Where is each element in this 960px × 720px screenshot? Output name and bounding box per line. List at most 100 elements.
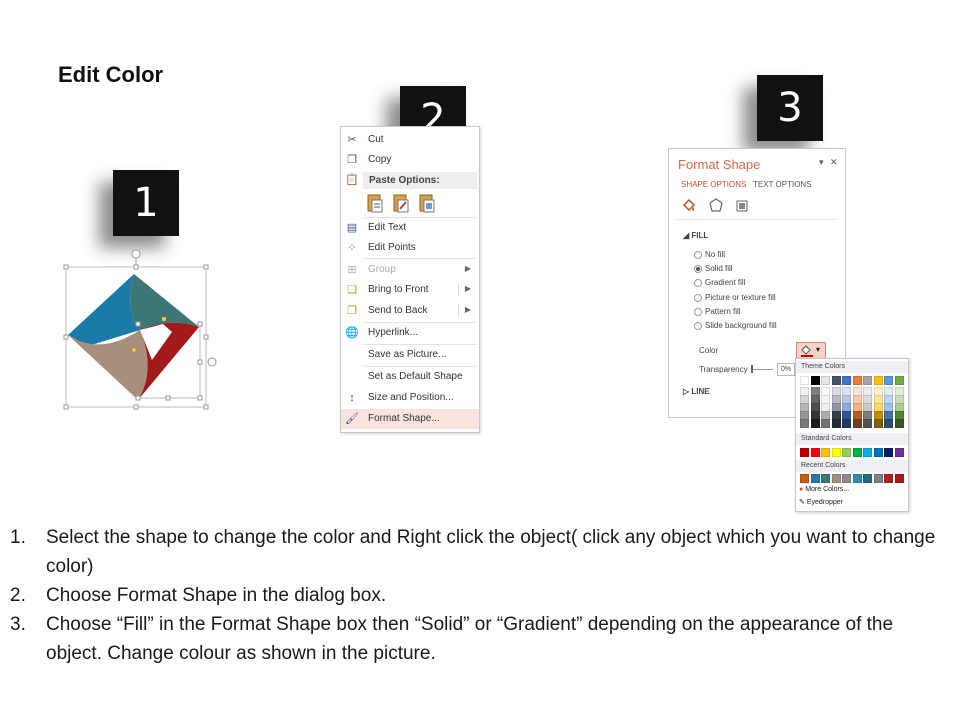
submenu-arrow-icon[interactable]: ▶ — [465, 305, 471, 314]
step-badge-3: 3 — [757, 75, 823, 141]
theme-color-swatch[interactable] — [863, 419, 872, 428]
standard-colors-label: Standard Colors — [801, 435, 852, 442]
standard-color-swatch[interactable] — [821, 448, 830, 457]
selected-shape[interactable] — [60, 248, 220, 413]
theme-color-swatch[interactable] — [810, 376, 820, 385]
menu-label-send-to-back: Send to Back — [368, 305, 428, 316]
fill-section-header[interactable]: ◢ FILL — [683, 231, 708, 240]
menu-item-copy[interactable]: ❐ Copy — [341, 150, 479, 170]
size-properties-icon[interactable] — [735, 199, 749, 213]
solid-fill-radio[interactable] — [694, 265, 702, 273]
theme-color-swatch[interactable] — [873, 419, 883, 428]
menu-item-save-as-picture[interactable]: Save as Picture... — [341, 345, 479, 365]
theme-color-swatch[interactable] — [852, 376, 862, 385]
pattern-fill-radio[interactable] — [694, 308, 702, 316]
no-fill-label: No fill — [705, 250, 726, 259]
pattern-fill-label: Pattern fill — [705, 307, 741, 316]
close-icon[interactable]: ✕ — [830, 157, 838, 168]
fill-line-icon[interactable] — [681, 197, 697, 213]
menu-item-format-shape[interactable]: 🖌 Format Shape... — [341, 409, 479, 429]
gradient-fill-radio[interactable] — [694, 279, 702, 287]
standard-colors-header: Standard Colors — [796, 433, 908, 445]
paste-options-header: Paste Options: — [363, 172, 477, 189]
recent-color-swatch[interactable] — [800, 474, 809, 483]
more-colors-item[interactable]: ● More Colors... — [799, 486, 849, 493]
standard-color-swatch[interactable] — [884, 448, 893, 457]
menu-item-send-to-back[interactable]: ❐ Send to Back ▶ — [341, 301, 479, 321]
instruction-text: Choose Format Shape in the dialog box. — [46, 585, 387, 606]
menu-separator — [363, 258, 477, 259]
color-label: Color — [699, 346, 719, 355]
transparency-input[interactable]: 0% — [777, 363, 795, 376]
tab-text-options[interactable]: TEXT OPTIONS — [753, 180, 812, 189]
recent-color-swatch[interactable] — [884, 474, 893, 483]
paste-options-label: Paste Options: — [369, 175, 440, 186]
theme-color-swatch[interactable] — [831, 419, 841, 428]
instructions-list: 1. Select the shape to change the color … — [10, 523, 940, 668]
context-menu: ✂ Cut ❐ Copy 📋 Paste Options: ▤ Edit Tex… — [340, 126, 480, 433]
paste-keep-source-formatting-icon[interactable] — [393, 193, 409, 213]
line-section-header[interactable]: ▷ LINE — [683, 387, 710, 396]
instruction-text: Select the shape to change the color and… — [46, 527, 936, 577]
paste-use-destination-theme-icon[interactable] — [367, 193, 383, 213]
theme-color-swatch[interactable] — [863, 376, 872, 385]
standard-color-swatch[interactable] — [863, 448, 872, 457]
effects-pentagon-icon[interactable] — [709, 198, 723, 212]
recent-color-swatch[interactable] — [810, 474, 820, 483]
theme-color-swatch[interactable] — [884, 419, 893, 428]
menu-item-hyperlink[interactable]: 🌐 Hyperlink... — [341, 323, 479, 343]
theme-color-swatch[interactable] — [821, 376, 830, 385]
standard-color-swatch[interactable] — [800, 448, 809, 457]
theme-color-swatch[interactable] — [821, 419, 830, 428]
theme-color-swatch[interactable] — [810, 419, 820, 428]
standard-color-swatch[interactable] — [831, 448, 841, 457]
pane-options-dropdown-icon[interactable]: ▾ — [819, 157, 824, 168]
picture-fill-radio[interactable] — [694, 294, 702, 302]
transparency-slider-thumb[interactable] — [751, 365, 753, 373]
theme-color-swatch[interactable] — [894, 419, 904, 428]
theme-color-swatch[interactable] — [831, 376, 841, 385]
menu-item-cut[interactable]: ✂ Cut — [341, 130, 479, 150]
theme-color-swatch[interactable] — [842, 419, 851, 428]
slide-bg-fill-radio[interactable] — [694, 322, 702, 330]
menu-label-edit-points: Edit Points — [368, 242, 416, 253]
instruction-text: Choose “Fill” in the Format Shape box th… — [46, 614, 894, 664]
menu-label-format-shape: Format Shape... — [368, 413, 440, 424]
shape-blue-piece — [68, 274, 140, 346]
theme-color-swatch[interactable] — [842, 376, 851, 385]
menu-item-bring-to-front[interactable]: ❏ Bring to Front ▶ — [341, 280, 479, 300]
recent-color-swatch[interactable] — [831, 474, 841, 483]
standard-color-swatch[interactable] — [873, 448, 883, 457]
recent-color-swatch[interactable] — [852, 474, 862, 483]
recent-color-swatch[interactable] — [873, 474, 883, 483]
standard-color-swatch[interactable] — [852, 448, 862, 457]
recent-color-swatch[interactable] — [863, 474, 872, 483]
shape-graphic[interactable] — [60, 248, 220, 413]
tab-shape-options[interactable]: SHAPE OPTIONS — [681, 180, 746, 189]
menu-item-set-default-shape[interactable]: Set as Default Shape — [341, 367, 479, 387]
submenu-arrow-icon[interactable]: ▶ — [465, 284, 471, 293]
standard-color-swatch[interactable] — [810, 448, 820, 457]
menu-label-hyperlink: Hyperlink... — [368, 327, 419, 338]
recent-color-swatch[interactable] — [821, 474, 830, 483]
no-fill-radio[interactable] — [694, 251, 702, 259]
standard-color-swatch[interactable] — [894, 448, 904, 457]
transparency-slider[interactable] — [751, 369, 773, 370]
recent-color-swatch[interactable] — [894, 474, 904, 483]
theme-color-swatch[interactable] — [800, 376, 809, 385]
theme-color-swatch[interactable] — [894, 376, 904, 385]
menu-item-edit-text[interactable]: ▤ Edit Text — [341, 218, 479, 238]
recent-color-swatch[interactable] — [842, 474, 851, 483]
theme-color-swatch[interactable] — [873, 376, 883, 385]
menu-item-size-position[interactable]: ↕ Size and Position... — [341, 388, 479, 408]
theme-color-swatch[interactable] — [852, 419, 862, 428]
color-dropdown-button[interactable]: ▾ — [796, 342, 826, 359]
theme-color-swatch[interactable] — [800, 419, 809, 428]
size-position-icon: ↕ — [349, 392, 355, 404]
standard-color-swatch[interactable] — [842, 448, 851, 457]
theme-color-swatch[interactable] — [884, 376, 893, 385]
menu-label-copy: Copy — [368, 154, 392, 165]
menu-item-edit-points[interactable]: ⁘ Edit Points — [341, 238, 479, 258]
paste-picture-icon[interactable] — [419, 193, 435, 213]
eyedropper-item[interactable]: ✎ Eyedropper — [799, 498, 843, 506]
